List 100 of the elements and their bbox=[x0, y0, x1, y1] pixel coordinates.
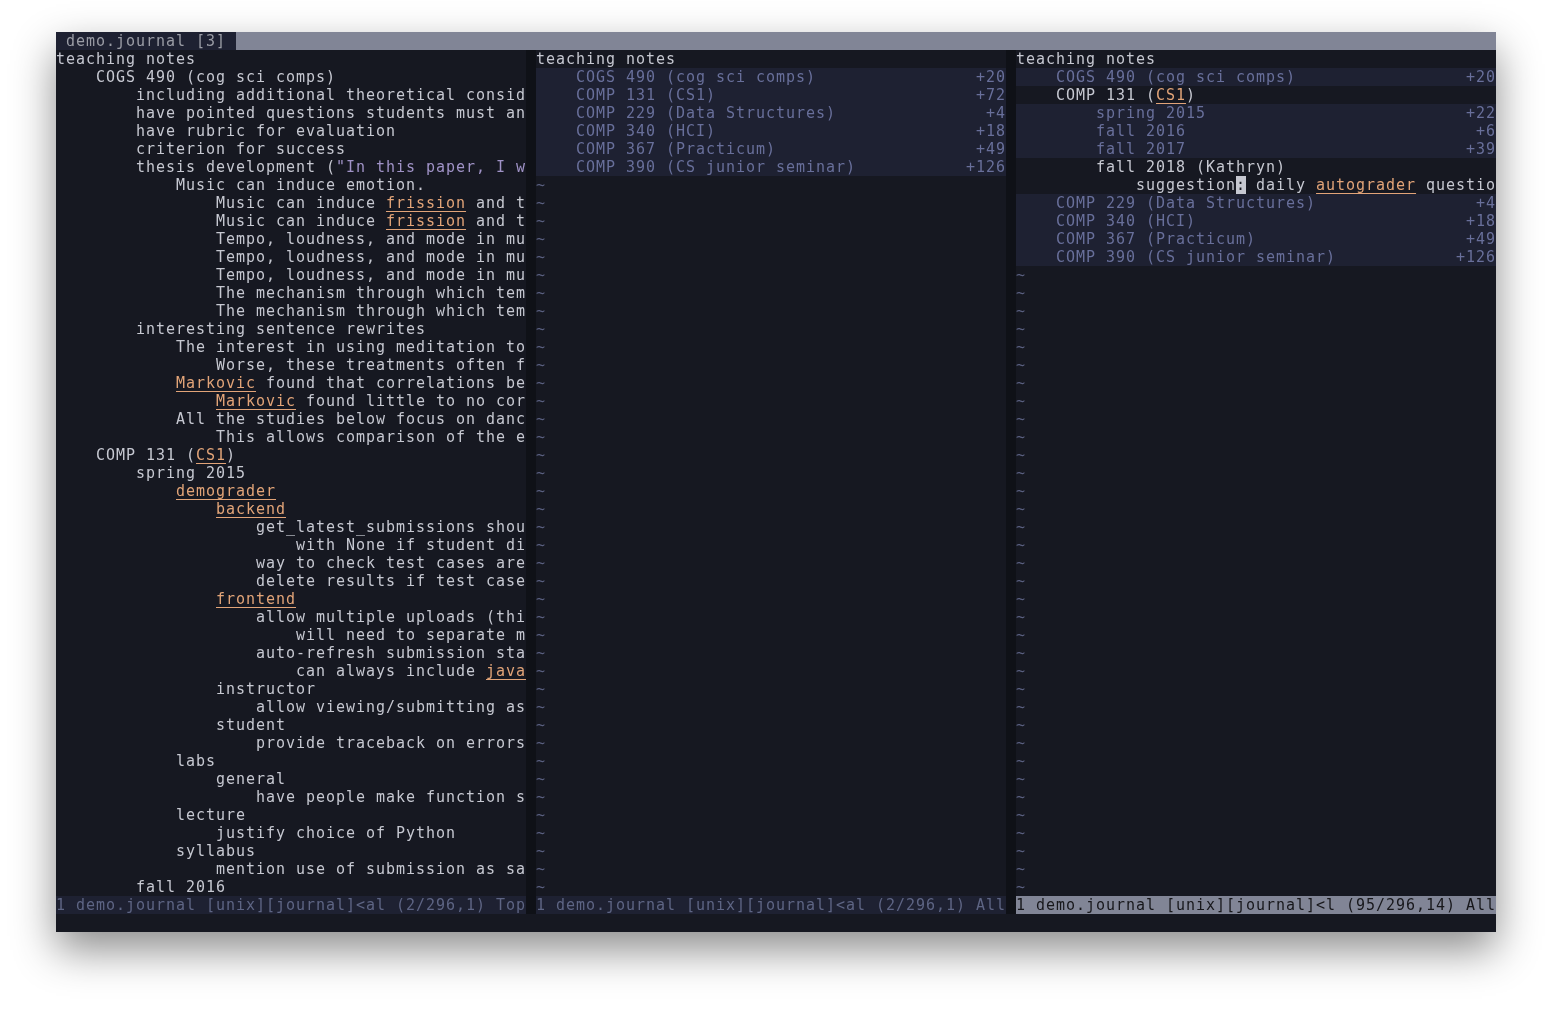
outline-line: fall 2018 (Kathryn) bbox=[1096, 158, 1286, 176]
empty-line-marker: ~ bbox=[536, 248, 546, 266]
fold-count: +20 bbox=[976, 68, 1006, 86]
outline-line: teaching notes bbox=[56, 50, 196, 68]
empty-line-marker: ~ bbox=[1016, 878, 1026, 896]
outline-line: have pointed questions students must an bbox=[136, 104, 526, 122]
empty-line-marker: ~ bbox=[1016, 734, 1026, 752]
fold-count: +20 bbox=[1466, 68, 1496, 86]
link-text[interactable]: CS1 bbox=[196, 446, 227, 464]
empty-line-marker: ~ bbox=[536, 302, 546, 320]
outline-line: have rubric for evaluation bbox=[136, 122, 397, 140]
outline-line: justify choice of Python bbox=[216, 824, 457, 842]
fold-count: +49 bbox=[976, 140, 1006, 158]
empty-line-marker: ~ bbox=[536, 374, 546, 392]
link-text[interactable]: Markovic bbox=[176, 374, 256, 392]
empty-line-marker: ~ bbox=[1016, 392, 1026, 410]
outline-line: spring 2015 bbox=[1096, 104, 1206, 122]
text-cursor: : bbox=[1236, 176, 1247, 194]
empty-line-marker: ~ bbox=[536, 464, 546, 482]
empty-line-marker: ~ bbox=[536, 428, 546, 446]
outline-line: will need to separate m bbox=[296, 626, 526, 644]
empty-line-marker: ~ bbox=[536, 770, 546, 788]
outline-line: fall 2017 bbox=[1096, 140, 1186, 158]
outline-line: The interest in using meditation to bbox=[176, 338, 526, 356]
fold-count: +6 bbox=[1476, 122, 1496, 140]
link-text[interactable]: backend bbox=[216, 500, 286, 518]
outline-line: thesis development ("In this paper, I w bbox=[136, 158, 526, 176]
link-text[interactable]: autograder bbox=[1316, 176, 1417, 194]
link-text[interactable]: demograder bbox=[176, 482, 276, 500]
empty-line-marker: ~ bbox=[1016, 320, 1026, 338]
empty-line-marker: ~ bbox=[536, 410, 546, 428]
outline-line: COMP 340 (HCI) bbox=[1056, 212, 1196, 230]
empty-line-marker: ~ bbox=[536, 356, 546, 374]
empty-line-marker: ~ bbox=[1016, 554, 1026, 572]
outline-line: general bbox=[216, 770, 286, 788]
empty-line-marker: ~ bbox=[536, 572, 546, 590]
outline-line: COMP 131 (CS1) bbox=[576, 86, 716, 104]
outline-line: COGS 490 (cog sci comps) bbox=[96, 68, 337, 86]
fold-count: +126 bbox=[966, 158, 1006, 176]
fold-count: +39 bbox=[1466, 140, 1496, 158]
empty-line-marker: ~ bbox=[536, 212, 546, 230]
outline-line: The mechanism through which tem bbox=[216, 284, 526, 302]
outline-line: This allows comparison of the e bbox=[216, 428, 526, 446]
outline-line: The mechanism through which tem bbox=[216, 302, 526, 320]
empty-line-marker: ~ bbox=[536, 698, 546, 716]
empty-line-marker: ~ bbox=[1016, 374, 1026, 392]
empty-line-marker: ~ bbox=[536, 230, 546, 248]
empty-line-marker: ~ bbox=[536, 194, 546, 212]
empty-line-marker: ~ bbox=[536, 554, 546, 572]
empty-line-marker: ~ bbox=[536, 860, 546, 878]
empty-line-marker: ~ bbox=[1016, 284, 1026, 302]
empty-line-marker: ~ bbox=[536, 842, 546, 860]
outline-line: fall 2016 bbox=[136, 878, 226, 896]
outline-line: way to check test cases are bbox=[256, 554, 526, 572]
tab[interactable]: demo.journal [3] bbox=[56, 32, 236, 50]
empty-line-marker: ~ bbox=[1016, 338, 1026, 356]
outline-line: teaching notes bbox=[1016, 50, 1156, 68]
empty-line-marker: ~ bbox=[1016, 698, 1026, 716]
empty-line-marker: ~ bbox=[536, 788, 546, 806]
outline-line: including additional theoretical consid bbox=[136, 86, 526, 104]
outline-line: Tempo, loudness, and mode in mu bbox=[216, 266, 526, 284]
empty-line-marker: ~ bbox=[536, 176, 546, 194]
outline-line: Tempo, loudness, and mode in mu bbox=[216, 248, 526, 266]
fold-count: +72 bbox=[976, 86, 1006, 104]
outline-line: spring 2015 bbox=[136, 464, 246, 482]
link-text[interactable]: frission bbox=[386, 194, 467, 212]
link-text[interactable]: frontend bbox=[216, 590, 296, 608]
outline-line: Tempo, loudness, and mode in mu bbox=[216, 230, 526, 248]
empty-line-marker: ~ bbox=[1016, 536, 1026, 554]
empty-line-marker: ~ bbox=[536, 500, 546, 518]
empty-line-marker: ~ bbox=[1016, 482, 1026, 500]
fold-count: +18 bbox=[976, 122, 1006, 140]
empty-line-marker: ~ bbox=[1016, 608, 1026, 626]
empty-line-marker: ~ bbox=[536, 806, 546, 824]
empty-line-marker: ~ bbox=[1016, 662, 1026, 680]
empty-line-marker: ~ bbox=[536, 644, 546, 662]
outline-line: COMP 390 (CS junior seminar) bbox=[1056, 248, 1337, 266]
empty-line-marker: ~ bbox=[1016, 806, 1026, 824]
empty-line-marker: ~ bbox=[536, 626, 546, 644]
empty-line-marker: ~ bbox=[1016, 716, 1026, 734]
empty-line-marker: ~ bbox=[1016, 302, 1026, 320]
empty-line-marker: ~ bbox=[536, 536, 546, 554]
outline-line: Worse, these treatments often f bbox=[216, 356, 526, 374]
outline-line: COMP 340 (HCI) bbox=[576, 122, 716, 140]
outline-line: Music can induce frission and t bbox=[216, 194, 526, 212]
link-text[interactable]: frission bbox=[386, 212, 467, 230]
empty-line-marker: ~ bbox=[536, 734, 546, 752]
outline-line: COMP 390 (CS junior seminar) bbox=[576, 158, 857, 176]
link-text[interactable]: Markovic bbox=[216, 392, 296, 410]
empty-line-marker: ~ bbox=[1016, 626, 1026, 644]
link-text[interactable]: java bbox=[486, 662, 526, 680]
empty-line-marker: ~ bbox=[536, 608, 546, 626]
outline-line: COGS 490 (cog sci comps) bbox=[576, 68, 817, 86]
link-text[interactable]: CS1 bbox=[1156, 86, 1187, 104]
empty-line-marker: ~ bbox=[1016, 770, 1026, 788]
empty-line-marker: ~ bbox=[1016, 752, 1026, 770]
empty-line-marker: ~ bbox=[1016, 500, 1026, 518]
fold-count: +49 bbox=[1466, 230, 1496, 248]
outline-line: criterion for success bbox=[136, 140, 347, 158]
empty-line-marker: ~ bbox=[1016, 410, 1026, 428]
